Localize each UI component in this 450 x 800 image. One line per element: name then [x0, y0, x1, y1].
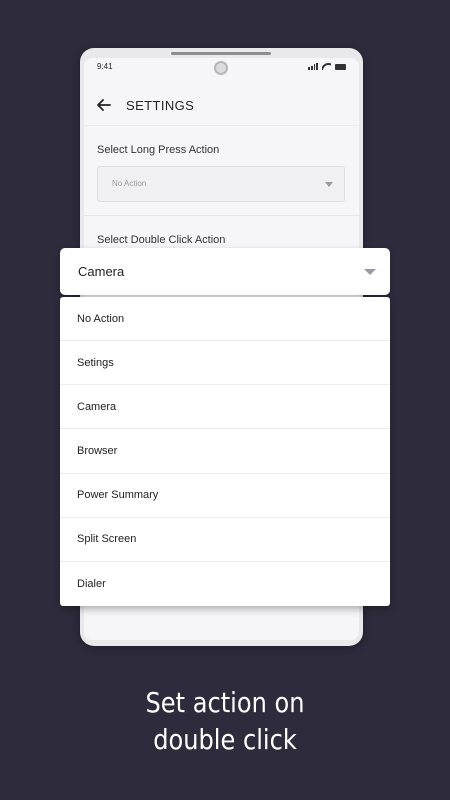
option-no-action[interactable]: No Action	[60, 297, 390, 342]
status-icons	[308, 63, 346, 70]
caption-line-2: double click	[153, 723, 297, 756]
wifi-icon	[322, 63, 331, 70]
front-camera	[214, 61, 228, 75]
battery-icon	[335, 63, 346, 70]
page-title: SETTINGS	[126, 98, 195, 113]
double-click-value: Camera	[78, 264, 125, 279]
long-press-select[interactable]: No Action	[97, 166, 345, 202]
signal-icon	[308, 63, 318, 70]
status-bar: 9:41	[84, 58, 359, 76]
divider	[84, 215, 359, 216]
option-browser[interactable]: Browser	[60, 429, 390, 474]
double-click-label: Select Double Click Action	[97, 234, 226, 246]
long-press-label: Select Long Press Action	[97, 144, 220, 156]
option-dialer[interactable]: Dialer	[60, 562, 390, 606]
long-press-value: No Action	[112, 179, 147, 188]
back-arrow-icon[interactable]	[94, 95, 114, 115]
status-time: 9:41	[97, 62, 113, 71]
app-bar: SETTINGS	[84, 86, 359, 126]
option-power-summary[interactable]: Power Summary	[60, 474, 390, 518]
option-settings[interactable]: Setings	[60, 341, 390, 386]
caret-down-icon	[325, 182, 333, 187]
option-camera[interactable]: Camera	[60, 385, 390, 430]
double-click-select[interactable]: Camera	[60, 248, 390, 295]
option-split-screen[interactable]: Split Screen	[60, 518, 390, 562]
caret-down-icon	[364, 269, 376, 275]
caption-line-1: Set action on	[145, 686, 305, 719]
dropdown-menu: No Action Setings Camera Browser Power S…	[60, 297, 390, 606]
phone-speaker	[171, 52, 271, 55]
promo-caption: Set action on double click	[32, 684, 419, 758]
